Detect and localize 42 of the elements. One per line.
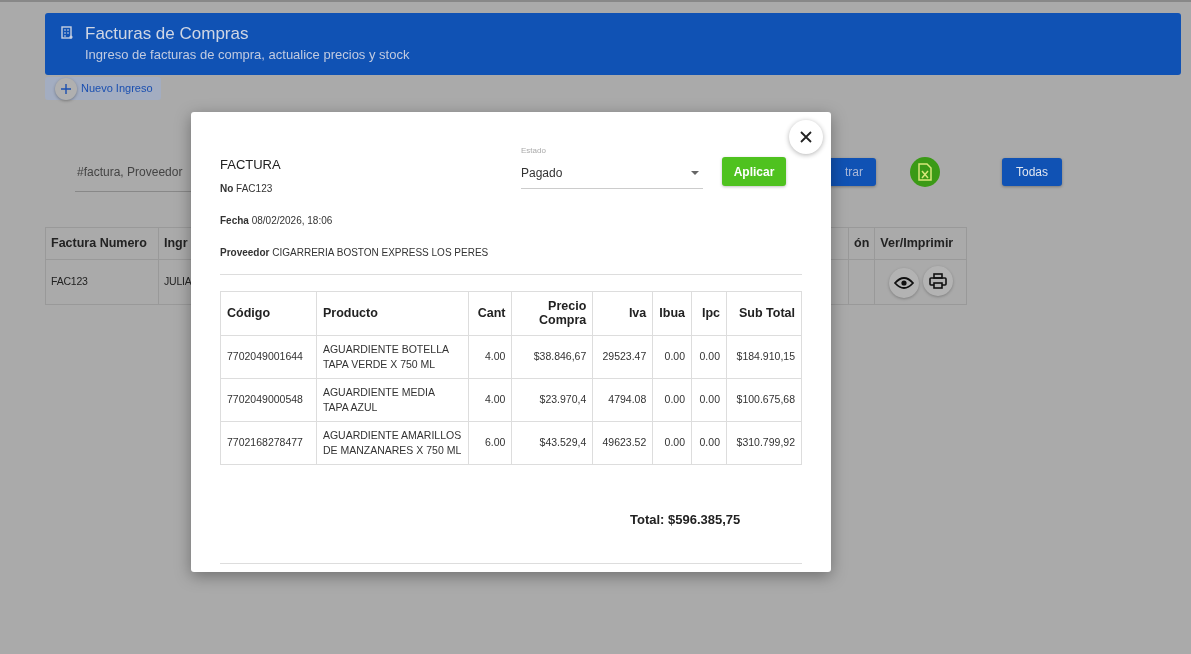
invoice-field: Fecha 08/02/2026, 18:06 (220, 212, 521, 228)
table-cell: 0.00 (691, 378, 727, 421)
table-cell: 0.00 (691, 421, 727, 464)
column-header: Precio Compra (511, 291, 593, 335)
table-cell: AGUARDIENTE MEDIA TAPA AZUL (316, 378, 469, 421)
table-cell: 49623.52 (592, 421, 653, 464)
column-header: Cant (468, 291, 512, 335)
table-cell: 0.00 (652, 335, 692, 378)
column-header: Sub Total (726, 291, 802, 335)
column-header: Ibua (652, 291, 692, 335)
table-cell: $100.675,68 (726, 378, 802, 421)
table-cell: AGUARDIENTE AMARILLOS DE MANZANARES X 750 ML (316, 421, 469, 464)
table-cell: $23.970,4 (511, 378, 593, 421)
table-cell: 6.00 (468, 421, 512, 464)
table-cell: AGUARDIENTE BOTELLA TAPA VERDE X 750 ML (316, 335, 469, 378)
table-cell: 7702168278477 (220, 421, 317, 464)
table-cell: 4.00 (468, 335, 512, 378)
page-subtitle: Ingreso de facturas de compra, actualice precios y stock (85, 46, 410, 64)
table-cell: 0.00 (652, 378, 692, 421)
table-cell: $310.799,92 (726, 421, 802, 464)
column-header: Código (220, 291, 317, 335)
invoice-title: FACTURA (220, 156, 282, 174)
column-header: Ver/Imprimir (874, 227, 967, 260)
table-cell: FAC123 (45, 259, 159, 305)
table-cell: $43.529,4 (511, 421, 593, 464)
table-cell: 7702049000548 (220, 378, 317, 421)
table-cell: $38.846,67 (511, 335, 593, 378)
column-header: Factura Numero (45, 227, 159, 260)
column-header: ón (848, 227, 875, 260)
table-cell: 0.00 (652, 421, 692, 464)
column-header: Producto (316, 291, 469, 335)
table-cell: 7702049001644 (220, 335, 317, 378)
column-header: Iva (592, 291, 653, 335)
table-cell: 29523.47 (592, 335, 653, 378)
invoice-field: No FAC123 (220, 180, 521, 196)
page-title: Facturas de Compras (85, 23, 250, 45)
table-cell: 4794.08 (592, 378, 653, 421)
table-cell: 4.00 (468, 378, 512, 421)
column-header: Ipc (691, 291, 727, 335)
invoice-total: Total: $596.385,75 (630, 510, 741, 529)
table-cell: 0.00 (691, 335, 727, 378)
table-cell: $184.910,15 (726, 335, 802, 378)
